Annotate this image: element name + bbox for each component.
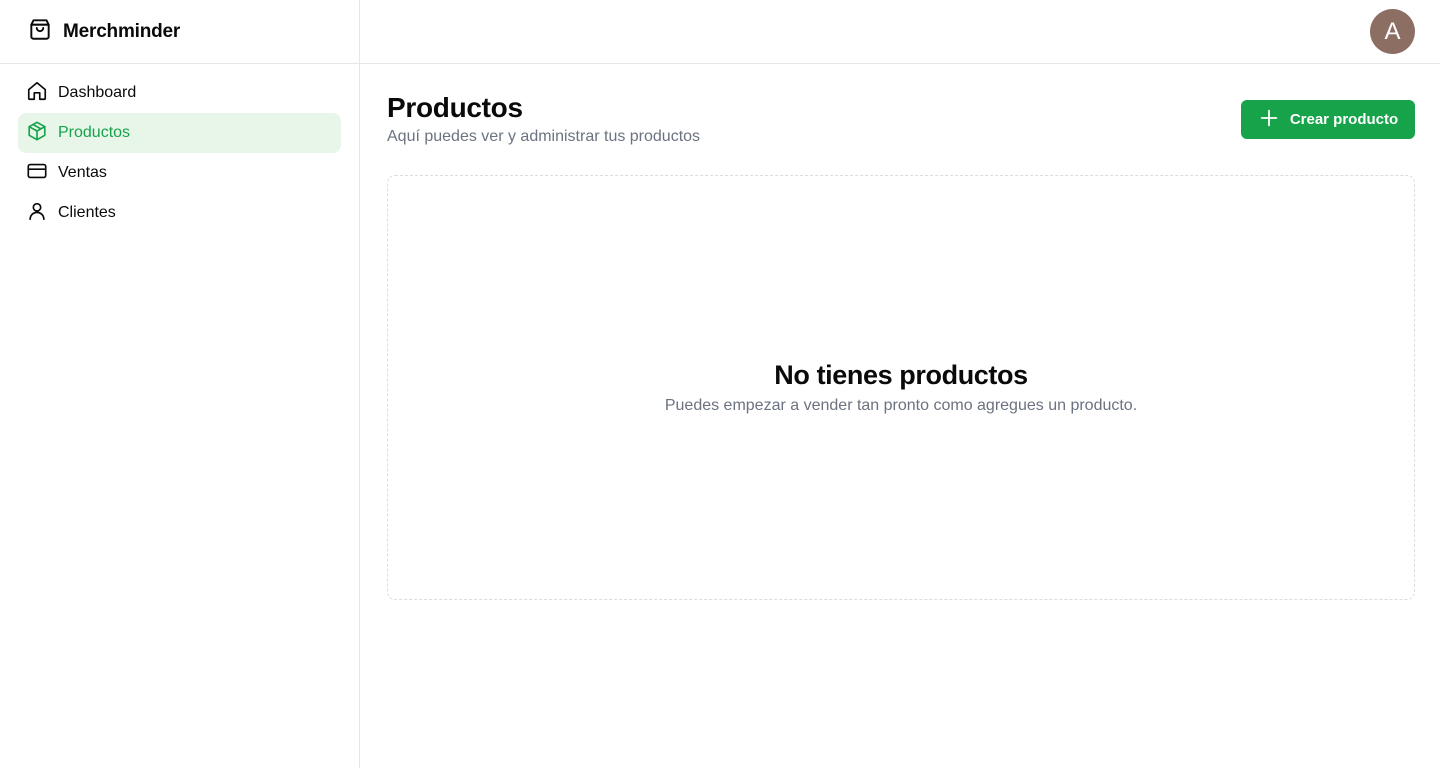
sidebar-item-ventas[interactable]: Ventas xyxy=(18,153,341,193)
sidebar-item-label: Clientes xyxy=(58,204,116,221)
main-content: Productos Aquí puedes ver y administrar … xyxy=(387,64,1415,600)
brand[interactable]: Merchminder xyxy=(0,0,359,64)
sidebar-item-label: Ventas xyxy=(58,164,107,181)
empty-state-description: Puedes empezar a vender tan pronto como … xyxy=(664,397,1138,414)
sidebar-item-label: Dashboard xyxy=(58,84,137,101)
empty-state-title: No tienes productos xyxy=(774,360,1028,390)
page-subtitle: Aquí puedes ver y administrar tus produc… xyxy=(387,128,701,145)
sidebar-item-productos[interactable]: Productos xyxy=(18,113,341,153)
avatar[interactable]: A xyxy=(1370,9,1415,54)
sidebar: Merchminder Dashboard Productos Ventas C… xyxy=(0,0,360,768)
create-product-label: Crear producto xyxy=(1289,111,1399,128)
credit-card-icon xyxy=(26,160,48,187)
avatar-initial: A xyxy=(1384,17,1401,45)
home-icon xyxy=(26,80,48,107)
page-title: Productos xyxy=(387,92,523,123)
top-bar: A xyxy=(360,0,1440,64)
app-root: Merchminder Dashboard Productos Ventas C… xyxy=(0,0,1440,768)
sidebar-nav: Dashboard Productos Ventas Clientes xyxy=(0,64,359,233)
sidebar-item-clientes[interactable]: Clientes xyxy=(18,193,341,233)
store-icon xyxy=(27,16,53,47)
create-product-button[interactable]: Crear producto xyxy=(1241,100,1415,139)
sidebar-item-dashboard[interactable]: Dashboard xyxy=(18,73,341,113)
page-header: Productos Aquí puedes ver y administrar … xyxy=(387,64,1415,174)
empty-state: No tienes productos Puedes empezar a ven… xyxy=(387,175,1415,600)
plus-icon xyxy=(1258,107,1280,133)
user-icon xyxy=(26,200,48,227)
brand-name: Merchminder xyxy=(63,20,181,42)
package-icon xyxy=(26,120,48,147)
sidebar-item-label: Productos xyxy=(58,124,131,141)
